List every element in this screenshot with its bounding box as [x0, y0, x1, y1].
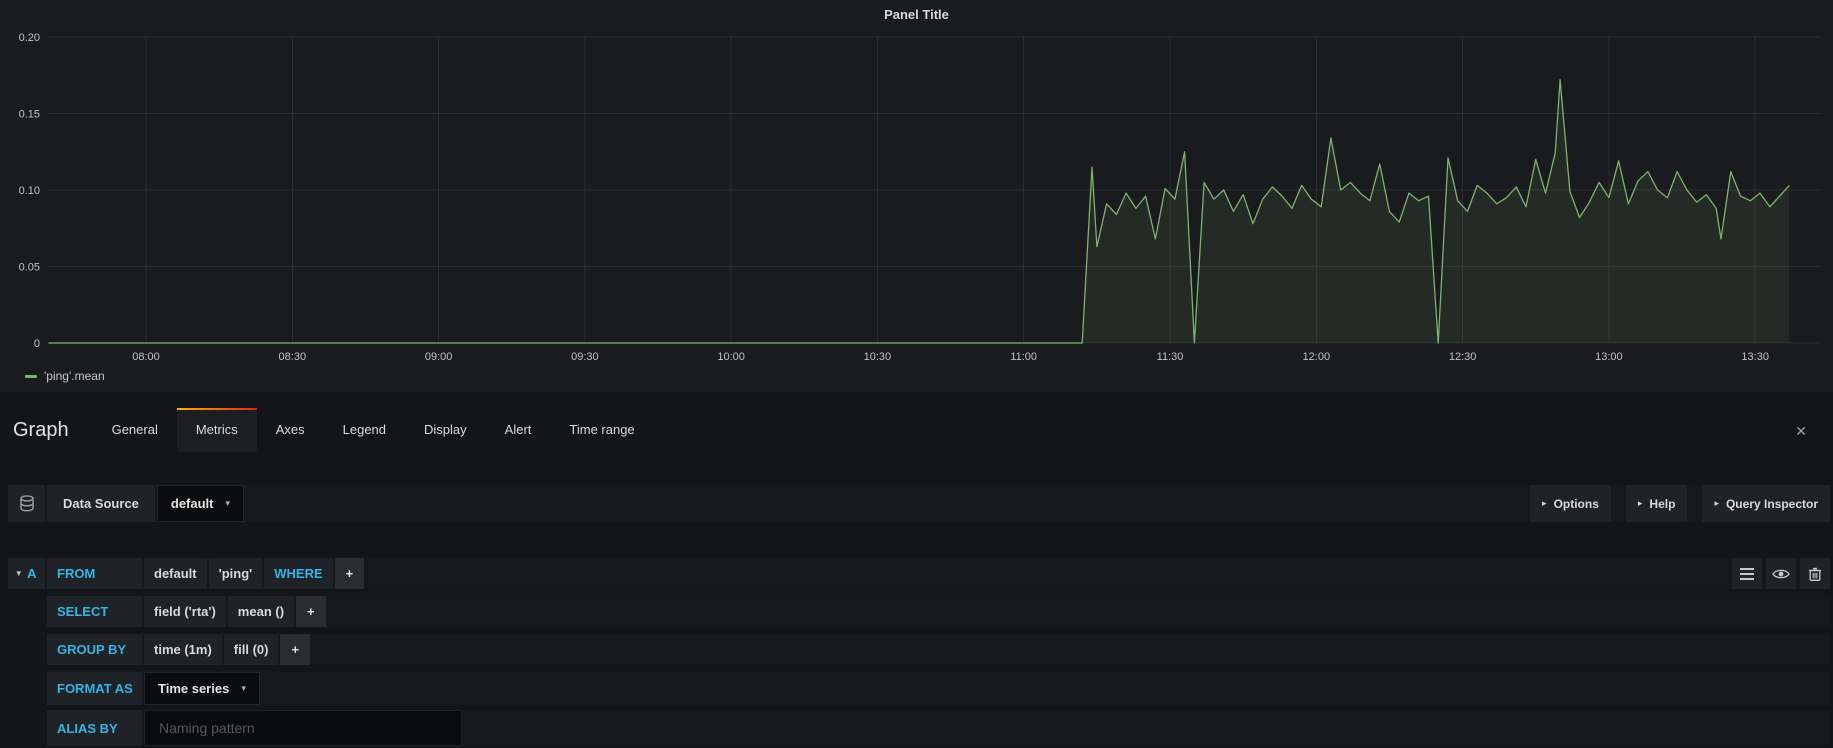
- chevron-down-icon: ▾: [241, 683, 246, 694]
- database-icon: [8, 485, 45, 522]
- chevron-down-icon: ▾: [226, 498, 231, 509]
- from-measurement-segment[interactable]: 'ping': [209, 558, 263, 589]
- select-mean-segment[interactable]: mean (): [228, 596, 294, 627]
- svg-text:0.15: 0.15: [19, 109, 40, 121]
- svg-text:11:00: 11:00: [1010, 351, 1037, 363]
- graph-panel: 0 0.05 0.10 0.15 0.20 08:00 08:30 09:00 09:30 10:…: [0, 0, 1833, 392]
- tab-time-range[interactable]: Time range: [550, 408, 653, 452]
- tab-display[interactable]: Display: [405, 408, 486, 452]
- query-editor: ▾ A FROM default 'ping' WHERE +: [8, 558, 1830, 746]
- select-field-segment[interactable]: field ('rta'): [144, 596, 226, 627]
- svg-text:11:30: 11:30: [1157, 351, 1184, 363]
- svg-text:09:00: 09:00: [425, 351, 453, 363]
- datasource-label: Data Source: [47, 485, 155, 522]
- query-row-format-as: FORMAT AS Time series ▾: [47, 672, 1830, 705]
- svg-text:0: 0: [34, 338, 40, 350]
- legend-series-swatch: [25, 375, 37, 378]
- datasource-select-value: default: [171, 496, 214, 511]
- select-keyword: SELECT: [47, 596, 142, 627]
- group-by-fill-segment[interactable]: fill (0): [224, 634, 279, 665]
- trash-icon: [1809, 567, 1821, 581]
- svg-text:12:30: 12:30: [1449, 351, 1477, 363]
- svg-text:10:30: 10:30: [864, 351, 892, 363]
- datasource-row: Data Source default ▾ ▸ Options ▸ Help ▸…: [8, 485, 1830, 522]
- grafana-panel-editor: 0 0.05 0.10 0.15 0.20 08:00 08:30 09:00 09:30 10:…: [0, 0, 1833, 748]
- query-row-group-by: GROUP BY time (1m) fill (0) +: [47, 634, 1830, 665]
- format-as-keyword: FORMAT AS: [47, 672, 142, 705]
- from-policy-segment[interactable]: default: [144, 558, 207, 589]
- close-icon[interactable]: ✕: [1795, 408, 1807, 452]
- legend-series-label[interactable]: 'ping'.mean: [44, 369, 105, 383]
- chevron-right-icon: ▸: [1714, 498, 1719, 509]
- eye-icon: [1772, 568, 1790, 580]
- where-keyword-segment[interactable]: WHERE: [264, 558, 332, 589]
- query-toggle-visibility-button[interactable]: [1766, 558, 1796, 589]
- format-as-select[interactable]: Time series ▾: [144, 672, 260, 705]
- from-keyword: FROM: [47, 558, 142, 589]
- query-collapse-button[interactable]: ▾ A: [8, 558, 45, 589]
- svg-text:13:30: 13:30: [1741, 351, 1769, 363]
- svg-text:08:00: 08:00: [132, 351, 160, 363]
- query-inspector-button-label: Query Inspector: [1726, 497, 1818, 511]
- help-button-label: Help: [1649, 497, 1675, 511]
- svg-text:0.10: 0.10: [19, 185, 40, 197]
- svg-text:0.05: 0.05: [19, 262, 40, 274]
- alias-by-input[interactable]: [144, 710, 462, 746]
- tab-legend[interactable]: Legend: [324, 408, 405, 452]
- svg-text:13:00: 13:00: [1595, 351, 1623, 363]
- alias-by-keyword: ALIAS BY: [47, 710, 142, 746]
- query-ref-id: A: [27, 566, 36, 581]
- add-group-by-button[interactable]: +: [280, 634, 310, 665]
- datasource-select[interactable]: default ▾: [157, 485, 244, 522]
- tab-general[interactable]: General: [93, 408, 177, 452]
- options-button[interactable]: ▸ Options: [1530, 485, 1611, 522]
- editor-tabbar: Graph General Metrics Axes Legend Displa…: [0, 408, 1833, 452]
- format-as-select-value: Time series: [158, 681, 229, 696]
- add-where-clause-button[interactable]: +: [335, 558, 365, 589]
- add-select-part-button[interactable]: +: [296, 596, 326, 627]
- query-row-alias-by: ALIAS BY: [47, 710, 1830, 746]
- svg-text:0.20: 0.20: [19, 32, 40, 44]
- menu-icon: [1740, 568, 1754, 580]
- chevron-right-icon: ▸: [1542, 498, 1547, 509]
- editor-title: Graph: [13, 408, 69, 452]
- svg-text:09:30: 09:30: [571, 351, 599, 363]
- tab-metrics[interactable]: Metrics: [177, 408, 257, 452]
- panel-title[interactable]: Panel Title: [0, 7, 1833, 22]
- help-button[interactable]: ▸ Help: [1626, 485, 1688, 522]
- tab-alert[interactable]: Alert: [486, 408, 551, 452]
- query-row-select: SELECT field ('rta') mean () +: [47, 596, 1830, 627]
- chart-legend[interactable]: 'ping'.mean: [25, 369, 105, 383]
- chevron-right-icon: ▸: [1638, 498, 1643, 509]
- group-by-time-segment[interactable]: time (1m): [144, 634, 222, 665]
- svg-text:10:00: 10:00: [717, 351, 745, 363]
- query-delete-button[interactable]: [1800, 558, 1830, 589]
- query-menu-button[interactable]: [1732, 558, 1762, 589]
- svg-text:12:00: 12:00: [1303, 351, 1331, 363]
- query-row-from: ▾ A FROM default 'ping' WHERE +: [8, 558, 1830, 589]
- options-button-label: Options: [1554, 497, 1599, 511]
- query-inspector-button[interactable]: ▸ Query Inspector: [1702, 485, 1830, 522]
- timeseries-chart[interactable]: 0 0.05 0.10 0.15 0.20 08:00 08:30 09:00 09:30 10:…: [0, 0, 1833, 392]
- group-by-keyword: GROUP BY: [47, 634, 142, 665]
- svg-text:08:30: 08:30: [279, 351, 307, 363]
- caret-down-icon: ▾: [17, 568, 22, 579]
- tab-axes[interactable]: Axes: [257, 408, 324, 452]
